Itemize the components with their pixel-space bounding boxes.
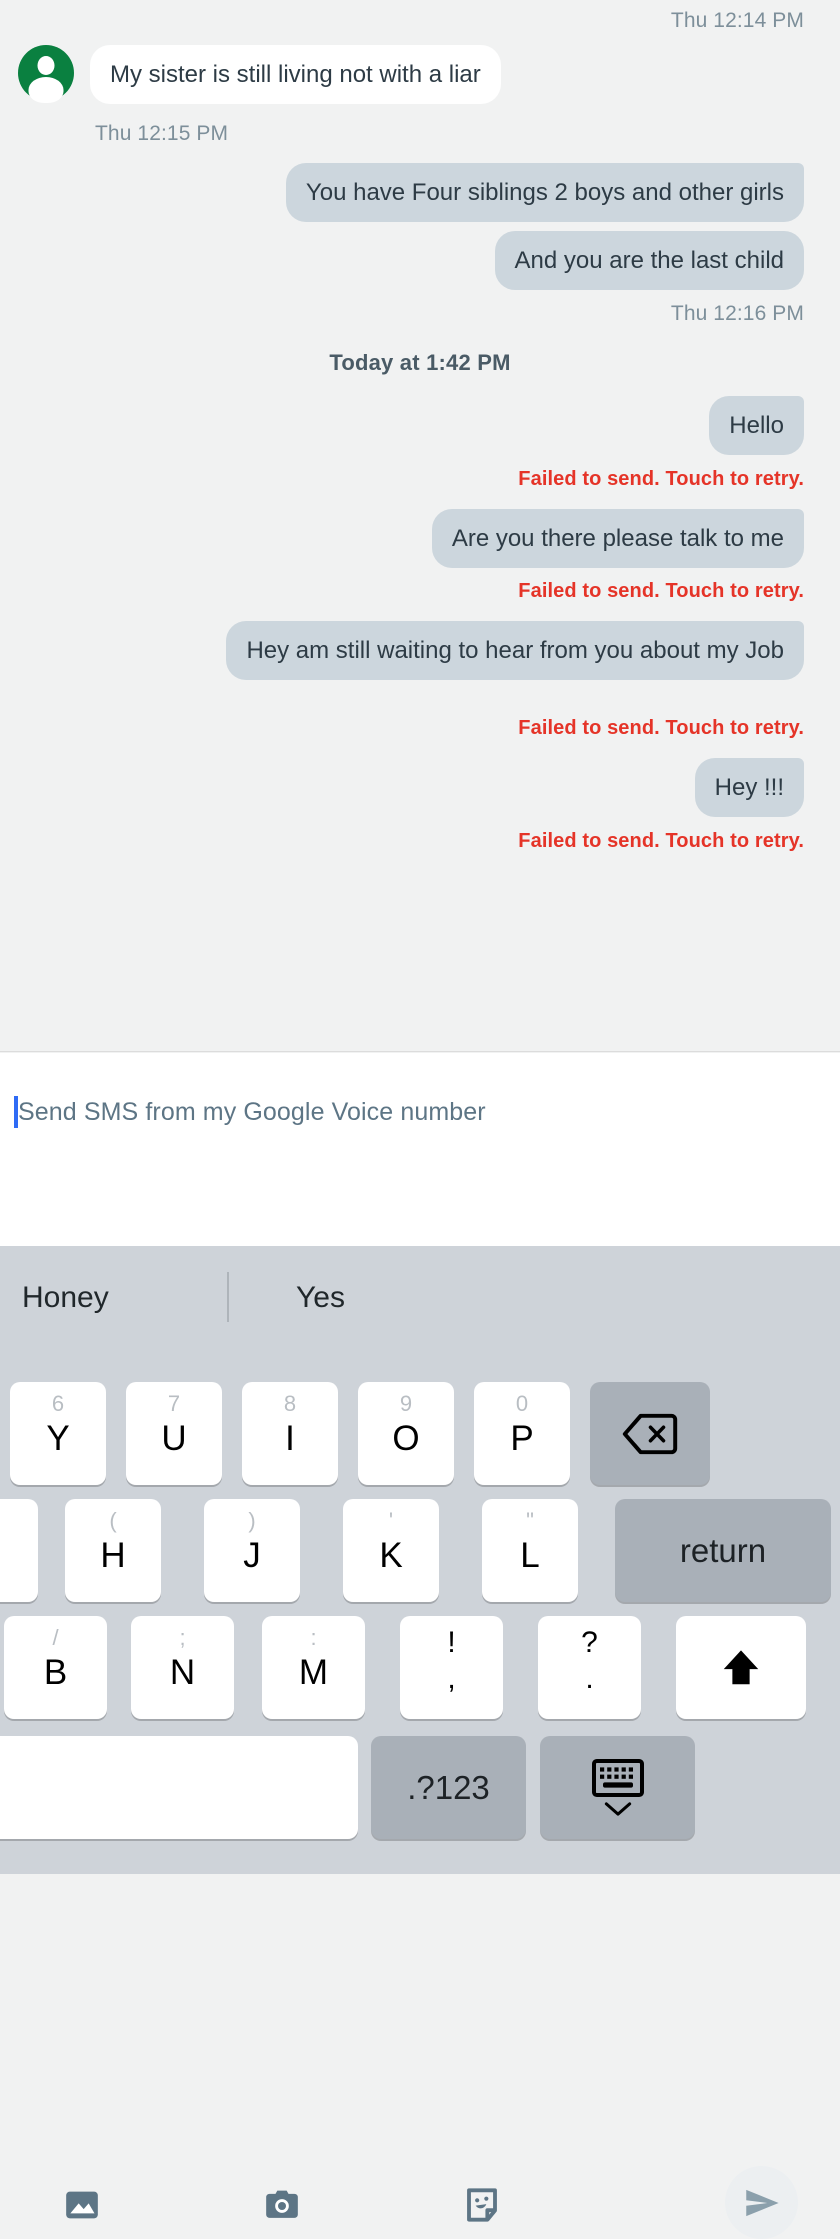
key-backspace[interactable] bbox=[590, 1382, 710, 1485]
key-shift[interactable] bbox=[676, 1616, 806, 1719]
message-bubble-outgoing[interactable]: Hey !!! bbox=[694, 758, 804, 817]
message-bubble-incoming[interactable]: My sister is still living not with a lia… bbox=[90, 45, 501, 104]
key-alt-label: 8 bbox=[283, 1391, 297, 1416]
suggestion-chip[interactable]: Yes bbox=[296, 1246, 476, 1349]
message-row-incoming[interactable]: My sister is still living not with a lia… bbox=[18, 45, 804, 104]
key-p[interactable]: 0 P bbox=[474, 1382, 570, 1485]
key-n[interactable]: ; N bbox=[131, 1616, 234, 1719]
sticker-icon[interactable] bbox=[462, 2185, 502, 2230]
key-main-label: Y bbox=[46, 1419, 70, 1458]
suggestion-chip[interactable]: Honey bbox=[22, 1246, 202, 1349]
compose-bar: Send SMS from my Google Voice number bbox=[0, 1053, 840, 2239]
key-alt-label: : bbox=[310, 1625, 317, 1650]
key-return[interactable]: return bbox=[615, 1499, 831, 1602]
camera-icon[interactable] bbox=[262, 2185, 302, 2230]
suggestion-bar: Honey Yes bbox=[0, 1246, 840, 1349]
key-main-label: L bbox=[520, 1536, 540, 1575]
send-failed-status[interactable]: Failed to send. Touch to retry. bbox=[18, 468, 804, 491]
message-row-outgoing[interactable]: And you are the last child bbox=[18, 231, 804, 290]
key-main-label: N bbox=[169, 1653, 196, 1692]
key-i[interactable]: 8 I bbox=[242, 1382, 338, 1485]
message-bubble-outgoing[interactable]: You have Four siblings 2 boys and other … bbox=[285, 163, 804, 222]
key-alt-label: ! bbox=[447, 1626, 456, 1659]
on-screen-keyboard: Honey Yes 6 Y 7 U 8 I 9 O 0 P ( H) J ' … bbox=[0, 1246, 840, 1874]
send-failed-status[interactable]: Failed to send. Touch to retry. bbox=[18, 717, 804, 740]
send-failed-status[interactable]: Failed to send. Touch to retry. bbox=[18, 830, 804, 853]
key-main-label: J bbox=[243, 1536, 261, 1575]
key-main-label: .?123 bbox=[407, 1768, 490, 1806]
message-input-placeholder: Send SMS from my Google Voice number bbox=[18, 1098, 486, 1126]
key-o[interactable]: 9 O bbox=[358, 1382, 454, 1485]
key-alt-label: " bbox=[526, 1508, 534, 1533]
send-icon bbox=[745, 2189, 779, 2216]
key-main-label bbox=[0, 1736, 358, 1839]
message-bubble-outgoing[interactable]: And you are the last child bbox=[494, 231, 804, 290]
key-main-label: . bbox=[585, 1662, 594, 1695]
message-bubble-outgoing[interactable]: Hello bbox=[709, 396, 804, 455]
message-input[interactable]: Send SMS from my Google Voice number bbox=[14, 1096, 486, 1128]
send-failed-status[interactable]: Failed to send. Touch to retry. bbox=[18, 580, 804, 603]
suggestion-divider bbox=[227, 1272, 229, 1322]
key-comma[interactable]: ! , bbox=[400, 1616, 503, 1719]
key-alt-label: ; bbox=[179, 1625, 186, 1650]
key-main-label: I bbox=[285, 1419, 295, 1458]
key-space[interactable] bbox=[0, 1736, 358, 1839]
backspace-icon bbox=[590, 1382, 710, 1485]
key-h[interactable]: ( H bbox=[65, 1499, 161, 1602]
key-alt-label: 6 bbox=[51, 1391, 65, 1416]
key-k[interactable]: ' K bbox=[343, 1499, 439, 1602]
key-main-label: P bbox=[510, 1419, 534, 1458]
person-avatar bbox=[18, 45, 74, 101]
key-alt-label: 9 bbox=[399, 1391, 413, 1416]
message-timestamp: Thu 12:14 PM bbox=[670, 9, 804, 32]
gallery-icon[interactable] bbox=[62, 2185, 102, 2230]
message-row-outgoing[interactable]: Hello bbox=[18, 396, 804, 455]
message-row-outgoing[interactable]: You have Four siblings 2 boys and other … bbox=[18, 163, 804, 222]
key-hide-keyboard[interactable] bbox=[540, 1736, 695, 1839]
day-separator: Today at 1:42 PM bbox=[329, 350, 511, 375]
key-alt-label: ' bbox=[388, 1508, 394, 1533]
key-alt-label: ) bbox=[248, 1508, 256, 1533]
key-alt-label: ( bbox=[109, 1508, 117, 1533]
key-alt-label: ? bbox=[581, 1626, 598, 1659]
message-row-outgoing[interactable]: Hey am still waiting to hear from you ab… bbox=[18, 621, 804, 680]
key-b[interactable]: / B bbox=[4, 1616, 107, 1719]
key-main-label: U bbox=[161, 1419, 187, 1458]
key-j[interactable]: ) J bbox=[204, 1499, 300, 1602]
key-y[interactable]: 6 Y bbox=[10, 1382, 106, 1485]
key-alt-label: 0 bbox=[515, 1391, 529, 1416]
key-alt-label: / bbox=[52, 1625, 59, 1650]
key-u[interactable]: 7 U bbox=[126, 1382, 222, 1485]
message-bubble-outgoing[interactable]: Are you there please talk to me bbox=[431, 509, 804, 568]
conversation-thread: Thu 12:14 PM My sister is still living n… bbox=[0, 0, 840, 1052]
message-bubble-outgoing[interactable]: Hey am still waiting to hear from you ab… bbox=[226, 621, 804, 680]
hide-keyboard-icon bbox=[540, 1736, 695, 1839]
key-main-label: M bbox=[298, 1653, 329, 1692]
key-main-label: H bbox=[100, 1536, 126, 1575]
key-main-label: B bbox=[43, 1653, 68, 1692]
message-timestamp: Thu 12:16 PM bbox=[670, 302, 804, 325]
send-button[interactable] bbox=[725, 2166, 798, 2239]
message-row-outgoing[interactable]: Hey !!! bbox=[18, 758, 804, 817]
key-l[interactable]: " L bbox=[482, 1499, 578, 1602]
key-main-label: return bbox=[679, 1531, 767, 1569]
key-main-label: K bbox=[379, 1536, 403, 1575]
key-main-label: , bbox=[447, 1662, 456, 1695]
key-period[interactable]: ? . bbox=[538, 1616, 641, 1719]
shift-icon bbox=[676, 1616, 806, 1719]
key-alt-label: 7 bbox=[167, 1391, 181, 1416]
message-timestamp: Thu 12:15 PM bbox=[95, 122, 229, 145]
key-m[interactable]: : M bbox=[262, 1616, 365, 1719]
key-symbols[interactable]: .?123 bbox=[371, 1736, 526, 1839]
key-main-label: O bbox=[392, 1419, 420, 1458]
message-row-outgoing[interactable]: Are you there please talk to me bbox=[18, 509, 804, 568]
key-g-partial[interactable] bbox=[0, 1499, 38, 1602]
